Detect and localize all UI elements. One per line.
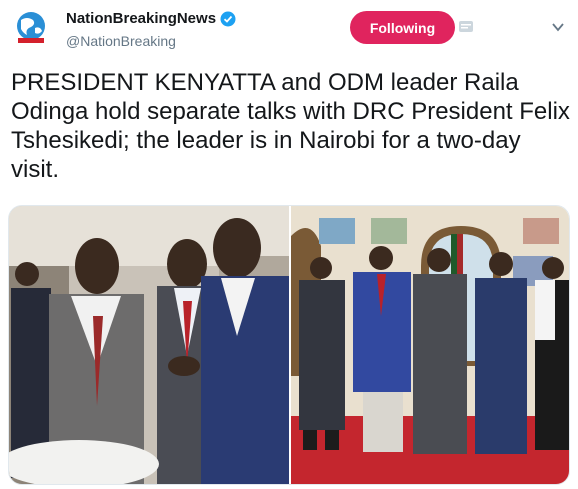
tweet-text: PRESIDENT KENYATTA and ODM leader Raila … [11,69,570,183]
account-avatar[interactable] [11,8,51,48]
group-photo[interactable] [291,206,569,484]
chevron-down-icon[interactable] [552,22,564,32]
verified-badge-icon [220,11,236,26]
account-name-text[interactable]: NationBreakingNews [66,10,216,27]
account-handle[interactable]: @NationBreaking [66,33,176,49]
handshake-photo[interactable] [9,206,289,484]
account-name[interactable]: NationBreakingNews [66,10,236,27]
tweet-media[interactable] [8,205,570,485]
notification-icon[interactable] [458,20,474,34]
following-button[interactable]: Following [350,11,455,44]
tweet-header: NationBreakingNews @NationBreaking Follo… [0,0,578,60]
globe-logo-icon [17,12,45,43]
